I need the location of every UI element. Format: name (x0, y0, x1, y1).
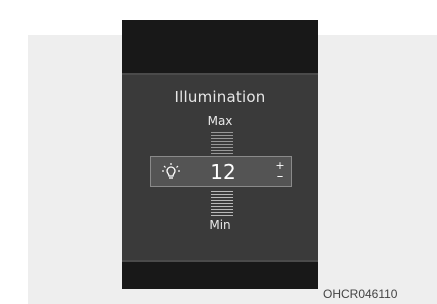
setting-title: Illumination (174, 88, 266, 106)
level-bars-lower (211, 191, 233, 217)
level-bars-upper (211, 132, 233, 156)
illumination-level-control[interactable]: 12 + – (150, 156, 292, 187)
illumination-value: 12 (210, 160, 236, 184)
cluster-display: Illumination Max 12 + – Min (122, 20, 318, 289)
figure-code: OHCR046110 (323, 287, 398, 301)
minus-icon[interactable]: – (275, 170, 285, 183)
max-label: Max (207, 114, 233, 128)
min-label: Min (209, 218, 231, 232)
light-bulb-icon (162, 163, 180, 179)
